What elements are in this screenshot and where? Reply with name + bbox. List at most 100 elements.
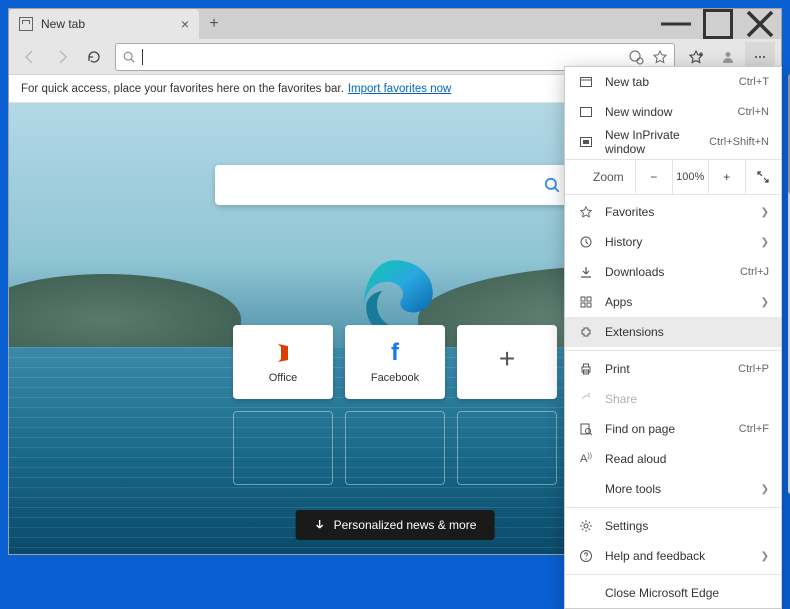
quick-links-row: Office f Facebook +: [233, 325, 557, 399]
menu-separator: [565, 574, 781, 575]
zoom-out-button[interactable]: −: [635, 160, 672, 194]
import-favorites-link[interactable]: Import favorites now: [348, 83, 452, 95]
read-aloud-icon: A)): [577, 453, 595, 465]
menu-separator: [565, 507, 781, 508]
tracking-prevention-icon[interactable]: [628, 49, 644, 65]
menu-separator: [565, 350, 781, 351]
tab-close-icon[interactable]: ×: [181, 16, 189, 32]
new-tab-button[interactable]: +: [199, 9, 229, 39]
chevron-right-icon: ❯: [761, 297, 769, 308]
apps-icon: [577, 295, 595, 309]
tile-label: Facebook: [371, 372, 419, 384]
tile-label: Office: [269, 372, 298, 384]
menu-zoom: Zoom − 100% +: [565, 159, 781, 195]
menu-favorites[interactable]: Favorites ❯: [565, 197, 781, 227]
history-icon: [577, 235, 595, 249]
menu-label: Print: [605, 362, 738, 376]
menu-label: Downloads: [605, 265, 740, 279]
quick-link-office[interactable]: Office: [233, 325, 333, 399]
text-cursor: [142, 49, 143, 65]
menu-extensions[interactable]: Extensions: [565, 317, 781, 347]
menu-label: Apps: [605, 295, 761, 309]
menu-label: Help and feedback: [605, 549, 761, 563]
menu-find[interactable]: Find on page Ctrl+F: [565, 414, 781, 444]
favorites-prompt-text: For quick access, place your favorites h…: [21, 83, 344, 95]
menu-label: Settings: [605, 519, 769, 533]
chevron-right-icon: ❯: [761, 237, 769, 248]
tab-title: New tab: [41, 17, 181, 31]
window-controls: [655, 9, 781, 39]
menu-shortcut: Ctrl+Shift+N: [709, 136, 769, 148]
empty-tile[interactable]: [457, 411, 557, 485]
share-icon: [577, 392, 595, 406]
menu-new-tab[interactable]: New tab Ctrl+T: [565, 67, 781, 97]
menu-label: Extensions: [605, 325, 769, 339]
menu-more-tools[interactable]: More tools ❯: [565, 474, 781, 504]
browser-tab[interactable]: New tab ×: [9, 9, 199, 39]
facebook-icon: f: [391, 340, 399, 366]
menu-label: New tab: [605, 75, 739, 89]
back-button[interactable]: [15, 42, 45, 72]
office-icon: [271, 340, 295, 366]
help-icon: [577, 549, 595, 563]
find-icon: [577, 422, 595, 436]
new-window-icon: [577, 105, 595, 119]
zoom-in-button[interactable]: +: [708, 160, 745, 194]
menu-settings[interactable]: Settings: [565, 511, 781, 541]
menu-help[interactable]: Help and feedback ❯: [565, 541, 781, 571]
menu-label: History: [605, 235, 761, 249]
arrow-down-icon: [314, 519, 326, 531]
close-window-button[interactable]: [739, 9, 781, 39]
menu-new-inprivate[interactable]: New InPrivate window Ctrl+Shift+N: [565, 127, 781, 157]
print-icon: [577, 362, 595, 376]
menu-label: New InPrivate window: [605, 128, 709, 156]
news-button-label: Personalized news & more: [334, 518, 477, 532]
menu-downloads[interactable]: Downloads Ctrl+J: [565, 257, 781, 287]
empty-tile[interactable]: [233, 411, 333, 485]
search-icon: [122, 50, 136, 64]
zoom-label: Zoom: [565, 170, 635, 184]
add-favorite-icon[interactable]: [652, 49, 668, 65]
menu-shortcut: Ctrl+N: [738, 106, 769, 118]
gear-icon: [577, 519, 595, 533]
page-icon: [19, 17, 33, 31]
chevron-right-icon: ❯: [761, 207, 769, 218]
refresh-button[interactable]: [79, 42, 109, 72]
maximize-button[interactable]: [697, 9, 739, 39]
fullscreen-button[interactable]: [745, 160, 782, 194]
menu-shortcut: Ctrl+F: [739, 423, 769, 435]
menu-share: Share: [565, 384, 781, 414]
menu-label: Share: [605, 392, 769, 406]
add-quick-link[interactable]: +: [457, 325, 557, 399]
window-title-bar: New tab × +: [9, 9, 781, 39]
extensions-icon: [577, 325, 595, 339]
inprivate-icon: [577, 135, 595, 149]
star-icon: [577, 205, 595, 219]
personalized-news-button[interactable]: Personalized news & more: [296, 510, 495, 540]
menu-label: New window: [605, 105, 738, 119]
menu-label: Close Microsoft Edge: [605, 586, 769, 600]
download-icon: [577, 265, 595, 279]
quick-links-row-2: [233, 411, 557, 485]
menu-label: Favorites: [605, 205, 761, 219]
menu-apps[interactable]: Apps ❯: [565, 287, 781, 317]
menu-history[interactable]: History ❯: [565, 227, 781, 257]
menu-shortcut: Ctrl+T: [739, 76, 769, 88]
menu-read-aloud[interactable]: A)) Read aloud: [565, 444, 781, 474]
chevron-right-icon: ❯: [761, 551, 769, 562]
menu-close-edge[interactable]: Close Microsoft Edge: [565, 578, 781, 608]
forward-button[interactable]: [47, 42, 77, 72]
menu-print[interactable]: Print Ctrl+P: [565, 354, 781, 384]
menu-label: Read aloud: [605, 452, 769, 466]
new-tab-icon: [577, 75, 595, 89]
page-search-box[interactable]: [215, 165, 575, 205]
menu-shortcut: Ctrl+J: [740, 266, 769, 278]
minimize-button[interactable]: [655, 9, 697, 39]
menu-new-window[interactable]: New window Ctrl+N: [565, 97, 781, 127]
menu-shortcut: Ctrl+P: [738, 363, 769, 375]
search-icon: [543, 176, 561, 194]
plus-icon: +: [499, 346, 515, 372]
chevron-right-icon: ❯: [761, 484, 769, 495]
quick-link-facebook[interactable]: f Facebook: [345, 325, 445, 399]
empty-tile[interactable]: [345, 411, 445, 485]
